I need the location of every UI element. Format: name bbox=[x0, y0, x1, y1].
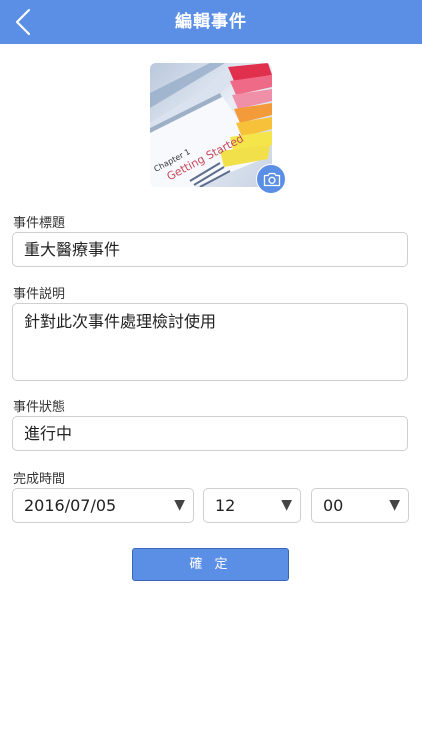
hour-value: 12 bbox=[215, 496, 236, 515]
event-description-textarea[interactable]: 針對此次事件處理檢討使用 bbox=[12, 303, 408, 381]
event-status-input[interactable]: 進行中 bbox=[12, 416, 408, 451]
header-bar: 編輯事件 bbox=[0, 0, 422, 44]
date-value: 2016/07/05 bbox=[24, 496, 117, 515]
change-photo-button[interactable] bbox=[256, 164, 286, 194]
chevron-left-icon bbox=[15, 8, 31, 36]
date-select[interactable]: 2016/07/05 ▼ bbox=[12, 488, 194, 523]
event-photo-image: Getting Started Chapter 1 bbox=[150, 63, 272, 187]
event-photo[interactable]: Getting Started Chapter 1 bbox=[150, 63, 272, 187]
event-title-label: 事件標題 bbox=[13, 216, 66, 231]
completion-time-label: 完成時間 bbox=[13, 472, 66, 487]
dropdown-arrow-icon: ▼ bbox=[389, 497, 400, 513]
dropdown-arrow-icon: ▼ bbox=[174, 497, 185, 513]
event-title-input[interactable]: 重大醫療事件 bbox=[12, 232, 408, 267]
camera-icon bbox=[263, 172, 281, 187]
event-description-label: 事件説明 bbox=[13, 287, 66, 302]
confirm-button[interactable]: 確 定 bbox=[132, 548, 289, 581]
dropdown-arrow-icon: ▼ bbox=[281, 497, 292, 513]
event-status-label: 事件狀態 bbox=[13, 400, 66, 415]
minute-value: 00 bbox=[323, 496, 344, 515]
hour-select[interactable]: 12 ▼ bbox=[203, 488, 301, 523]
minute-select[interactable]: 00 ▼ bbox=[311, 488, 409, 523]
event-photo-container: Getting Started Chapter 1 bbox=[150, 63, 272, 187]
back-button[interactable] bbox=[10, 6, 40, 38]
page-title: 編輯事件 bbox=[175, 12, 247, 32]
